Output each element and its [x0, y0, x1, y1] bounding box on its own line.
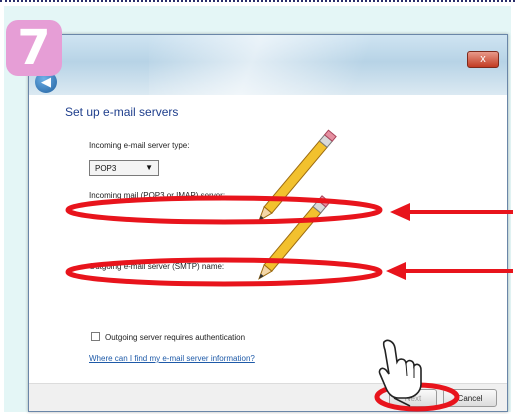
- email-setup-window: x ◀ Set up e-mail servers Incoming e-mai…: [28, 34, 508, 412]
- incoming-server-label: Incoming mail (POP3 or IMAP) server:: [89, 191, 226, 200]
- page-title: Set up e-mail servers: [65, 105, 179, 119]
- titlebar-sheen: [149, 35, 409, 95]
- window-titlebar: x ◀: [29, 35, 507, 95]
- close-button[interactable]: x: [467, 51, 499, 68]
- incoming-type-select[interactable]: POP3 ▼: [89, 160, 159, 176]
- next-button[interactable]: Next: [389, 389, 437, 407]
- server-info-help-link[interactable]: Where can I find my e-mail server inform…: [89, 354, 255, 363]
- outgoing-server-label: Outgoing e-mail server (SMTP) name:: [89, 262, 225, 271]
- cancel-button[interactable]: Cancel: [443, 389, 497, 407]
- incoming-type-value: POP3: [95, 164, 117, 173]
- auth-checkbox-label: Outgoing server requires authentication: [105, 333, 246, 342]
- step-number-badge: 7: [6, 20, 62, 76]
- window-footer: Next Cancel: [29, 383, 507, 411]
- incoming-type-label: Incoming e-mail server type:: [89, 141, 190, 150]
- auth-checkbox[interactable]: [91, 332, 100, 341]
- window-content: Set up e-mail servers Incoming e-mail se…: [29, 95, 507, 385]
- dotted-border: [0, 0, 515, 2]
- chevron-down-icon: ▼: [145, 163, 153, 172]
